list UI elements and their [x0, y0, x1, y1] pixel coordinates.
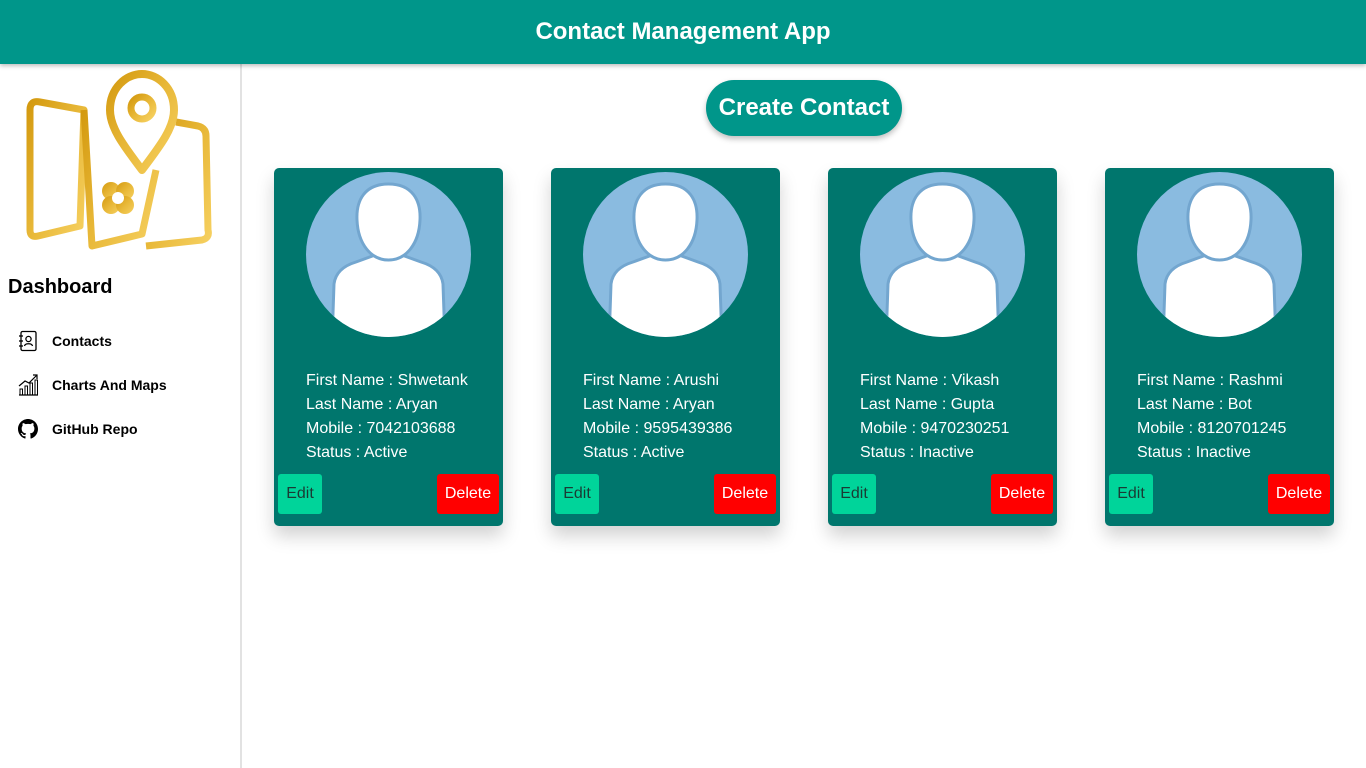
status: Status : Active — [583, 444, 685, 461]
chart-icon — [16, 373, 40, 397]
mobile: Mobile : 9470230251 — [860, 420, 1010, 437]
avatar-icon — [860, 172, 1025, 337]
last-name: Last Name : Aryan — [583, 396, 715, 413]
contact-info: First Name : Arushi Last Name : Aryan Mo… — [583, 369, 732, 465]
last-name: Last Name : Bot — [1137, 396, 1252, 413]
sidebar-item-label: Charts And Maps — [52, 377, 167, 393]
app-title: Contact Management App — [535, 18, 831, 45]
contact-card: First Name : Arushi Last Name : Aryan Mo… — [551, 168, 780, 526]
status: Status : Inactive — [860, 444, 974, 461]
contacts-book-icon — [16, 329, 40, 353]
contact-card: First Name : Vikash Last Name : Gupta Mo… — [828, 168, 1057, 526]
mobile: Mobile : 9595439386 — [583, 420, 733, 437]
sidebar-item-label: GitHub Repo — [52, 421, 138, 437]
first-name: First Name : Vikash — [860, 372, 1000, 389]
last-name: Last Name : Gupta — [860, 396, 995, 413]
contact-info: First Name : Vikash Last Name : Gupta Mo… — [860, 369, 1009, 465]
sidebar-item-github-repo[interactable]: GitHub Repo — [16, 416, 138, 442]
contact-info: First Name : Shwetank Last Name : Aryan … — [306, 369, 468, 465]
avatar-icon — [583, 172, 748, 337]
sidebar-item-charts-and-maps[interactable]: Charts And Maps — [16, 372, 167, 398]
last-name: Last Name : Aryan — [306, 396, 438, 413]
contact-card: First Name : Shwetank Last Name : Aryan … — [274, 168, 503, 526]
dashboard-title: Dashboard — [8, 276, 113, 298]
contact-info: First Name : Rashmi Last Name : Bot Mobi… — [1137, 369, 1286, 465]
main-content: Create Contact First Name : Shwetank Las… — [244, 64, 1366, 768]
delete-button[interactable]: Delete — [991, 474, 1053, 514]
edit-button[interactable]: Edit — [555, 474, 599, 514]
mobile: Mobile : 7042103688 — [306, 420, 456, 437]
status: Status : Active — [306, 444, 408, 461]
sidebar-item-contacts[interactable]: Contacts — [16, 328, 112, 354]
status: Status : Inactive — [1137, 444, 1251, 461]
sidebar-item-label: Contacts — [52, 333, 112, 349]
first-name: First Name : Rashmi — [1137, 372, 1283, 389]
edit-button[interactable]: Edit — [832, 474, 876, 514]
edit-button[interactable]: Edit — [1109, 474, 1153, 514]
edit-button[interactable]: Edit — [278, 474, 322, 514]
avatar-icon — [306, 172, 471, 337]
contact-card: First Name : Rashmi Last Name : Bot Mobi… — [1105, 168, 1334, 526]
first-name: First Name : Arushi — [583, 372, 720, 389]
delete-button[interactable]: Delete — [437, 474, 499, 514]
avatar-icon — [1137, 172, 1302, 337]
sidebar: Dashboard Contacts Charts And Maps GitHu… — [0, 64, 242, 768]
delete-button[interactable]: Delete — [714, 474, 776, 514]
first-name: First Name : Shwetank — [306, 372, 468, 389]
mobile: Mobile : 8120701245 — [1137, 420, 1287, 437]
github-icon — [16, 417, 40, 441]
create-contact-button[interactable]: Create Contact — [706, 80, 902, 136]
app-header: Contact Management App — [0, 0, 1366, 64]
map-location-logo — [26, 70, 212, 250]
delete-button[interactable]: Delete — [1268, 474, 1330, 514]
